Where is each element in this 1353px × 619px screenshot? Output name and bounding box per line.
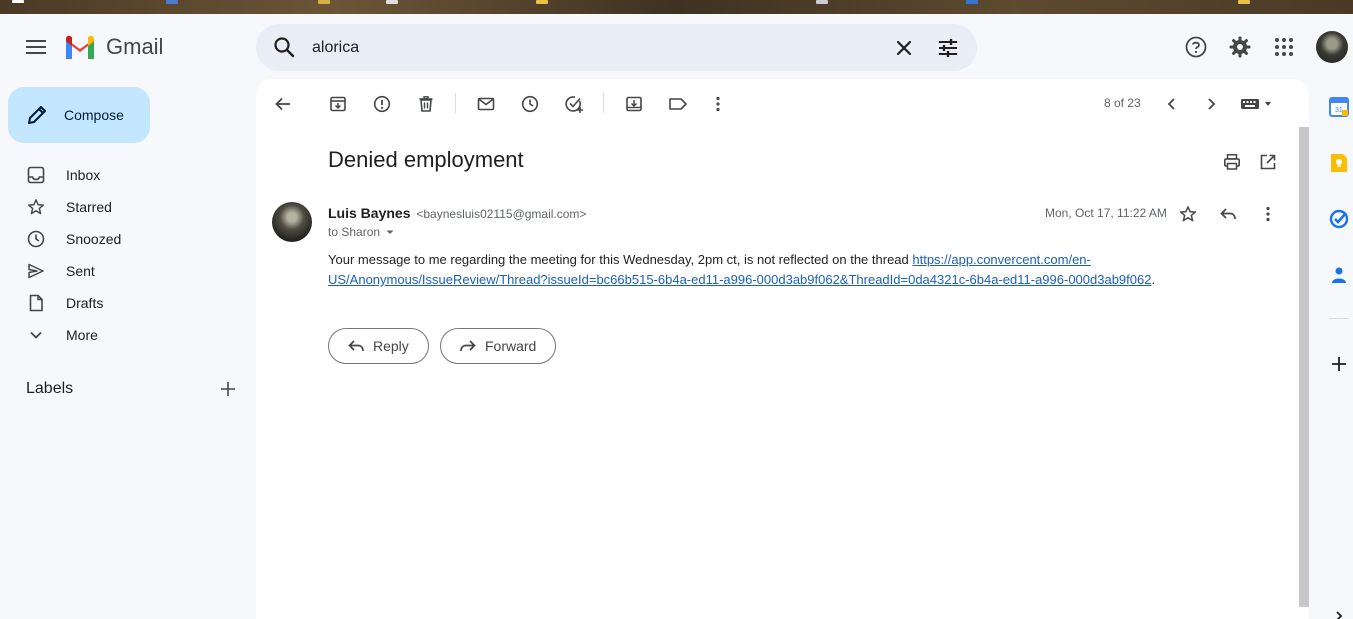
sidebar-item-label: Starred [66, 199, 112, 215]
sender-name[interactable]: Luis Baynes [328, 205, 410, 221]
labels-header: Labels [26, 377, 236, 401]
star-icon[interactable] [1177, 203, 1199, 225]
email-date: Mon, Oct 17, 11:22 AM [1045, 206, 1167, 220]
print-icon[interactable] [1222, 152, 1242, 172]
expand-panel-chevron-icon[interactable] [1329, 606, 1349, 619]
more-vert-icon[interactable] [1257, 203, 1279, 225]
chevron-right-icon[interactable] [1200, 93, 1222, 115]
forward-label: Forward [485, 338, 537, 354]
side-apps-panel: 31 [1318, 80, 1353, 619]
move-to-icon[interactable] [623, 93, 645, 115]
search-bar[interactable] [256, 24, 977, 71]
archive-icon[interactable] [327, 93, 349, 115]
side-panel-divider [1329, 318, 1349, 319]
labels-heading: Labels [26, 380, 74, 397]
back-arrow-icon[interactable] [272, 93, 294, 115]
sender-email: <baynesluis02115@gmail.com> [416, 207, 587, 221]
sidebar-nav: Inbox Starred Snoozed Sent Drafts More [0, 159, 250, 351]
compose-label: Compose [64, 107, 124, 123]
reply-icon [348, 340, 364, 352]
body-text: Your message to me regarding the meeting… [328, 252, 913, 267]
trash-icon[interactable] [415, 93, 437, 115]
scrollbar[interactable] [1299, 127, 1309, 607]
email-subject: Denied employment [328, 147, 524, 172]
sidebar-item-label: Snoozed [66, 231, 122, 247]
sidebar-item-sent[interactable]: Sent [0, 255, 250, 287]
sidebar-item-inbox[interactable]: Inbox [0, 159, 250, 191]
calendar-icon[interactable]: 31 [1329, 97, 1349, 117]
add-app-plus-icon[interactable] [1329, 354, 1349, 374]
search-icon[interactable] [272, 35, 296, 59]
help-icon[interactable] [1182, 33, 1210, 61]
plus-icon[interactable] [220, 381, 236, 397]
toolbar-divider [455, 93, 456, 113]
pager-count: 8 of 23 [1104, 96, 1141, 110]
caret-down-icon [386, 230, 394, 234]
gmail-m-icon [66, 35, 94, 59]
recipient-text: to Sharon [328, 225, 381, 239]
toolbar-divider [603, 93, 604, 113]
sender-info: Luis Baynes <baynesluis02115@gmail.com> [328, 205, 586, 221]
search-input[interactable] [312, 36, 872, 60]
sidebar-item-label: Sent [66, 263, 95, 279]
tasks-icon[interactable] [1329, 209, 1349, 229]
reply-icon[interactable] [1217, 203, 1239, 225]
browser-tab-strip [0, 0, 1353, 14]
clock-icon [26, 229, 46, 249]
star-icon [26, 197, 46, 217]
keep-icon[interactable] [1329, 153, 1349, 173]
contacts-icon[interactable] [1329, 265, 1349, 285]
mark-unread-icon[interactable] [475, 93, 497, 115]
draft-icon [26, 293, 46, 313]
account-avatar[interactable] [1316, 31, 1348, 63]
pencil-icon [28, 106, 46, 124]
open-new-window-icon[interactable] [1258, 152, 1278, 172]
inbox-icon [26, 165, 46, 185]
close-icon[interactable] [892, 36, 916, 60]
chevron-left-icon[interactable] [1161, 93, 1183, 115]
compose-button[interactable]: Compose [8, 87, 150, 143]
gear-icon[interactable] [1226, 33, 1254, 61]
label-icon[interactable] [667, 93, 689, 115]
apps-grid-icon[interactable] [1270, 33, 1298, 61]
sidebar-item-label: Inbox [66, 167, 101, 183]
chevron-down-icon [26, 325, 46, 345]
sidebar-item-label: More [66, 327, 98, 343]
forward-button[interactable]: Forward [440, 328, 557, 364]
message-view: 8 of 23 Denied employment Luis Baynes <b… [256, 79, 1309, 619]
snooze-clock-icon[interactable] [519, 93, 541, 115]
forward-icon [460, 340, 476, 352]
top-header: Gmail [0, 14, 1353, 80]
hamburger-icon [26, 40, 46, 54]
sidebar-item-drafts[interactable]: Drafts [0, 287, 250, 319]
send-icon [26, 261, 46, 281]
gmail-logo[interactable]: Gmail [64, 34, 163, 60]
recipient-line[interactable]: to Sharon [328, 225, 396, 239]
keyboard-icon[interactable] [1239, 93, 1275, 115]
reply-label: Reply [373, 338, 409, 354]
main-menu-button[interactable] [20, 31, 52, 63]
sidebar-item-more[interactable]: More [0, 319, 250, 351]
message-toolbar: 8 of 23 [256, 79, 1309, 127]
app-name: Gmail [106, 34, 164, 59]
body-suffix: . [1151, 272, 1156, 287]
email-body: Your message to me regarding the meeting… [328, 250, 1208, 290]
add-task-icon[interactable] [563, 93, 585, 115]
more-vert-icon[interactable] [707, 93, 729, 115]
reply-button[interactable]: Reply [328, 328, 429, 364]
sender-avatar[interactable] [272, 202, 312, 242]
tune-icon[interactable] [936, 36, 960, 60]
sidebar-item-starred[interactable]: Starred [0, 191, 250, 223]
svg-text:31: 31 [1335, 107, 1343, 114]
sidebar-item-label: Drafts [66, 295, 104, 311]
sidebar-item-snoozed[interactable]: Snoozed [0, 223, 250, 255]
report-spam-icon[interactable] [371, 93, 393, 115]
